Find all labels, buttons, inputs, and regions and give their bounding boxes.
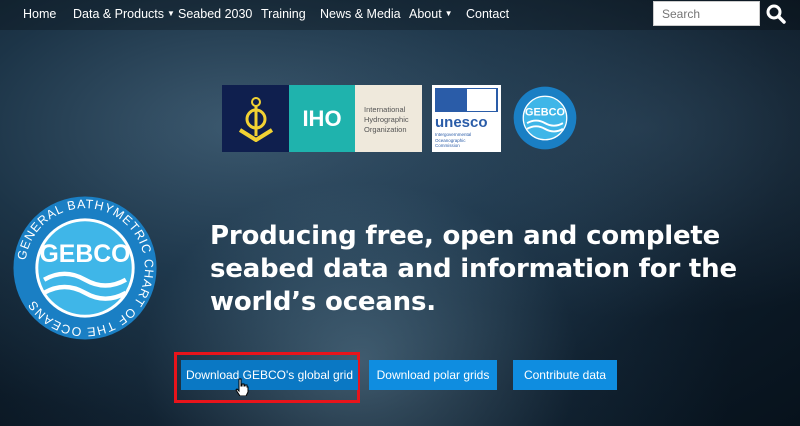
iho-logo[interactable]: IHO International Hydrographic Organizatio… xyxy=(222,85,422,152)
nav-about[interactable]: About ▼ xyxy=(409,7,453,21)
iho-name-line: Hydrographic xyxy=(364,115,409,124)
anchor-icon xyxy=(238,96,273,142)
nav-label: About xyxy=(409,7,442,21)
top-nav: Home Data & Products ▼ Seabed 2030 Traini… xyxy=(0,0,800,30)
caret-down-icon: ▼ xyxy=(444,9,453,18)
caret-down-icon: ▼ xyxy=(167,9,175,18)
iho-emblem xyxy=(222,85,289,152)
download-global-grid-button[interactable]: Download GEBCO's global grid xyxy=(181,360,358,390)
iho-name-line: Organization xyxy=(364,125,407,134)
unesco-emblem xyxy=(435,88,498,112)
unesco-ioc-logo[interactable]: unesco Intergovernmental Oceanographic Com… xyxy=(432,85,501,152)
contribute-data-button[interactable]: Contribute data xyxy=(513,360,617,390)
iho-name-line: International xyxy=(364,105,406,114)
hero-headline: Producing free, open and complete seabed… xyxy=(210,221,737,317)
svg-text:GEBCO: GEBCO xyxy=(525,106,565,118)
svg-text:GEBCO: GEBCO xyxy=(40,241,131,268)
unesco-sub-line: Commission xyxy=(435,143,460,148)
nav-seabed-2030[interactable]: Seabed 2030 xyxy=(178,7,252,21)
nav-contact[interactable]: Contact xyxy=(466,7,509,21)
gebco-logo[interactable]: GENERAL BATHYMETRIC CHART OF THE OCEANS … xyxy=(12,195,158,341)
nav-training[interactable]: Training xyxy=(261,7,306,21)
nav-data-products[interactable]: Data & Products ▼ xyxy=(73,7,175,21)
iho-abbr: IHO xyxy=(289,85,355,152)
hand-cursor-icon xyxy=(235,378,249,396)
download-polar-grids-button[interactable]: Download polar grids xyxy=(369,360,497,390)
search-icon[interactable] xyxy=(765,3,787,25)
nav-news-media[interactable]: News & Media xyxy=(320,7,401,21)
gebco-small-logo[interactable]: GEBCO xyxy=(513,86,577,150)
unesco-sub: Intergovernmental Oceanographic Commission xyxy=(435,132,498,149)
unesco-word: unesco xyxy=(435,114,488,131)
search-input[interactable] xyxy=(653,1,760,26)
nav-home[interactable]: Home xyxy=(23,7,56,21)
nav-label: Data & Products xyxy=(73,7,165,21)
iho-name: International Hydrographic Organization xyxy=(355,85,422,152)
